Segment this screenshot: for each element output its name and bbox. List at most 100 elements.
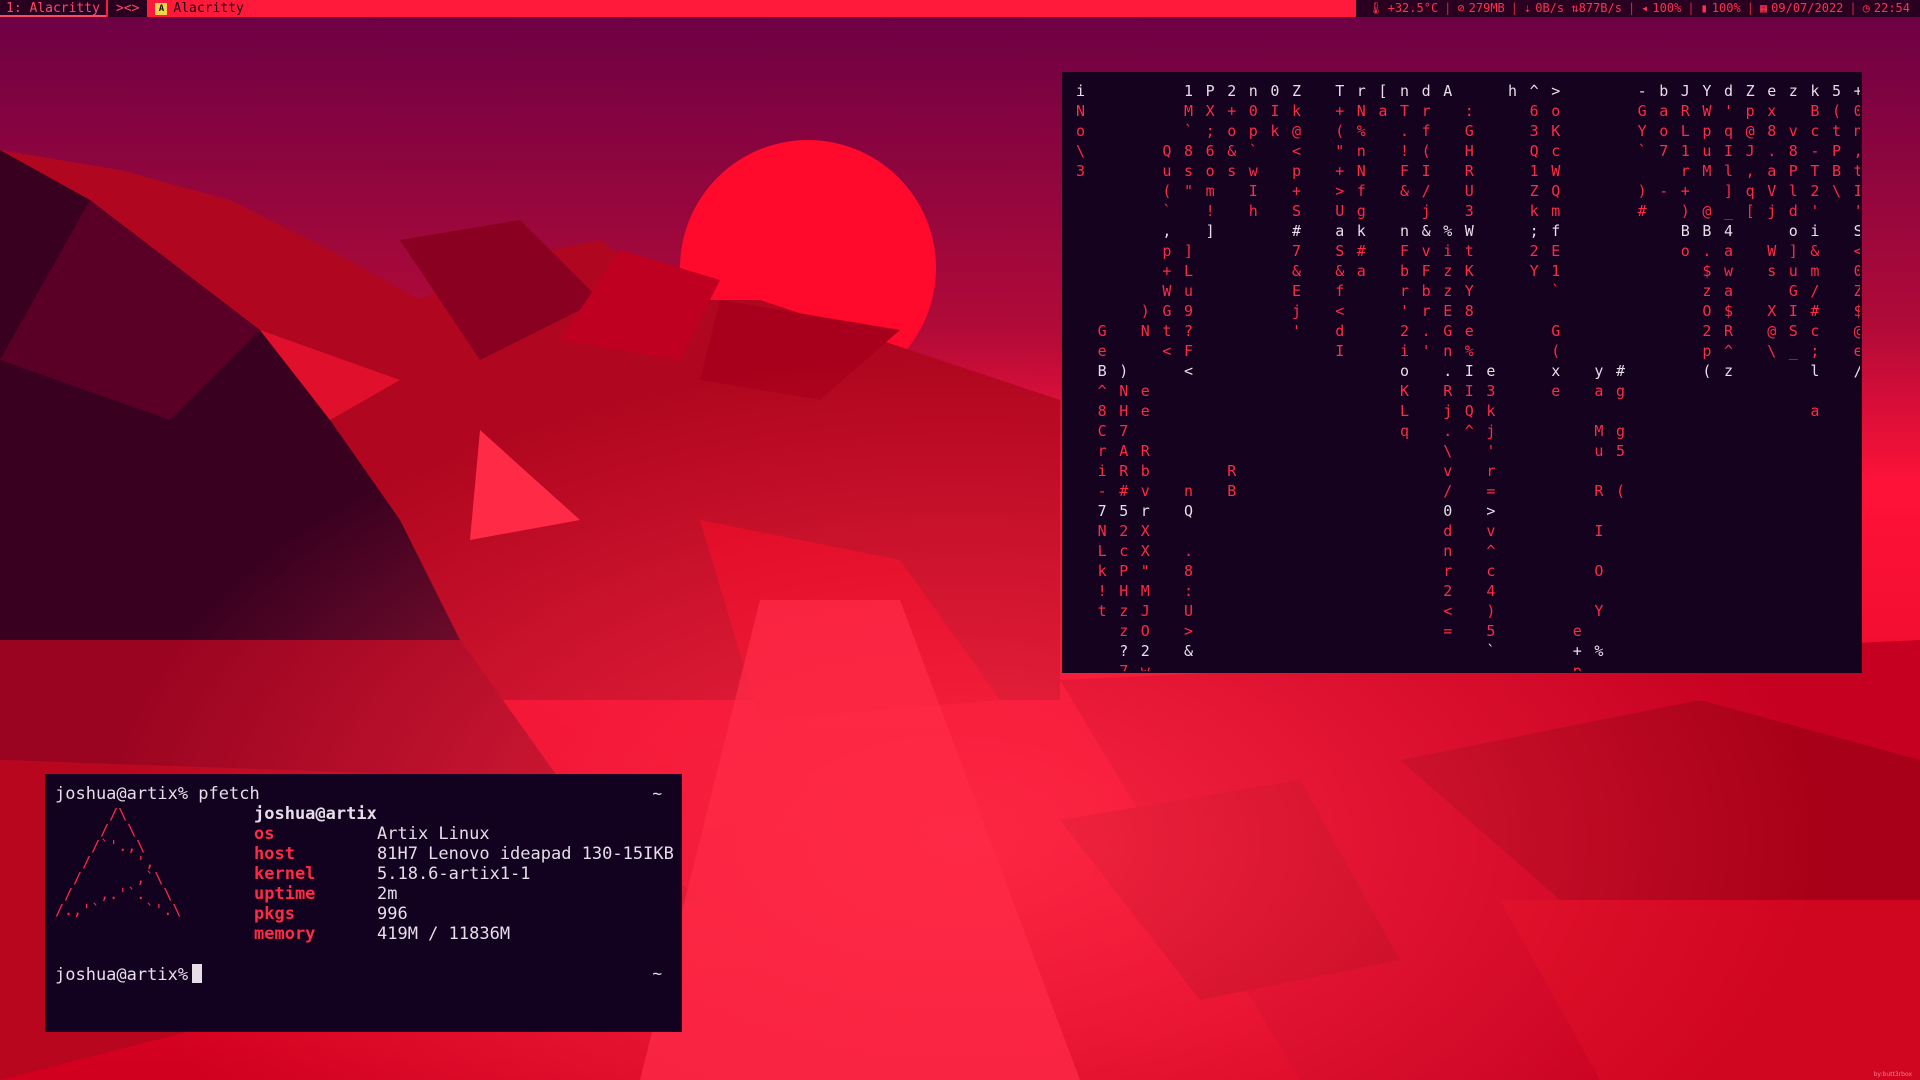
matrix-glyph: 2 xyxy=(1119,522,1128,540)
matrix-glyph: & xyxy=(1400,182,1409,200)
matrix-glyph: ^ xyxy=(1486,542,1495,560)
matrix-glyph: r xyxy=(1681,162,1690,180)
matrix-glyph: z xyxy=(1443,282,1452,300)
matrix-glyph: t xyxy=(1854,162,1860,180)
matrix-glyph: # xyxy=(1292,222,1301,240)
matrix-glyph: ) xyxy=(1486,602,1495,620)
matrix-glyph: , xyxy=(1854,142,1860,160)
matrix-glyph: b xyxy=(1400,262,1409,280)
matrix-glyph: ' xyxy=(1724,102,1733,120)
matrix-column: JRL 1 r +) Bo xyxy=(1681,82,1691,260)
matrix-glyph: b xyxy=(1141,462,1150,480)
matrix-glyph: & xyxy=(1335,262,1344,280)
matrix-glyph: \ xyxy=(1832,182,1841,200)
layout-indicator[interactable]: ><> xyxy=(107,0,148,17)
info-label-uptime: uptime xyxy=(254,884,316,904)
matrix-glyph: ' xyxy=(1292,322,1301,340)
matrix-column: 2 + o & s RB xyxy=(1227,82,1237,500)
matrix-glyph: : xyxy=(1465,102,1474,120)
matrix-glyph: 8 xyxy=(1098,402,1107,420)
matrix-glyph: U xyxy=(1184,602,1193,620)
matrix-glyph: > xyxy=(1551,82,1560,100)
matrix-glyph: J xyxy=(1681,82,1690,100)
matrix-glyph: # xyxy=(1119,482,1128,500)
matrix-glyph: + xyxy=(1681,182,1690,200)
alacritty-icon: A xyxy=(155,2,168,15)
matrix-glyph: > xyxy=(1335,182,1344,200)
network-icon: ⇣ xyxy=(1524,1,1532,15)
window-title-text: Alacritty xyxy=(173,1,244,16)
matrix-terminal[interactable]: iNo\3GeB^8Cri-7NLk!t)NH7AR#52cPHzz?7KJMV… xyxy=(1062,72,1862,673)
matrix-glyph: N xyxy=(1141,322,1150,340)
matrix-glyph: M xyxy=(1702,162,1711,180)
matrix-glyph: ! xyxy=(1400,142,1409,160)
matrix-glyph: U xyxy=(1335,202,1344,220)
matrix-glyph: l xyxy=(1810,362,1819,380)
matrix-glyph: Y xyxy=(1702,82,1711,100)
matrix-glyph: R xyxy=(1681,102,1691,120)
matrix-glyph: ] xyxy=(1789,242,1798,260)
matrix-glyph: ( xyxy=(1551,342,1560,360)
matrix-column: rN%nNfgk#a xyxy=(1357,82,1366,280)
matrix-glyph: j xyxy=(1422,202,1431,220)
matrix-glyph: v xyxy=(1422,242,1431,260)
matrix-glyph: X xyxy=(1206,102,1215,120)
matrix-glyph: O xyxy=(1594,562,1603,580)
matrix-glyph: T xyxy=(1810,162,1819,180)
status-area: 🌡 +32.5°C | ⊘ 279MB | ⇣ 0B/s ⇅877B/s | ◂ 100% | … xyxy=(1356,0,1920,17)
workspace-tag-1[interactable]: 1: Alacritty xyxy=(0,0,106,17)
matrix-glyph: ; xyxy=(1530,222,1539,240)
memory-icon: ⊘ xyxy=(1457,1,1465,15)
matrix-glyph: ! xyxy=(1206,202,1215,220)
matrix-glyph: ^ xyxy=(1465,422,1474,440)
matrix-glyph: > xyxy=(1486,502,1495,520)
info-value-host: 81H7 Lenovo ideapad 130-15IKB xyxy=(377,844,674,864)
matrix-glyph: I xyxy=(1789,302,1798,320)
prompt-line[interactable]: joshua@artix% xyxy=(55,964,203,985)
matrix-glyph: e xyxy=(1098,342,1107,360)
matrix-glyph: v xyxy=(1789,122,1798,140)
matrix-glyph: E xyxy=(1292,282,1301,300)
matrix-glyph: % xyxy=(1357,122,1366,140)
matrix-glyph: n xyxy=(1184,482,1193,500)
matrix-glyph: d xyxy=(1443,522,1452,540)
matrix-glyph: 2 xyxy=(1702,322,1711,340)
matrix-glyph: 0 xyxy=(1854,102,1860,120)
matrix-glyph: o xyxy=(1400,362,1409,380)
matrix-glyph: 2 xyxy=(1810,182,1819,200)
matrix-glyph: p xyxy=(1573,662,1582,671)
matrix-glyph: p xyxy=(1249,122,1258,140)
matrix-glyph: 1 xyxy=(1530,162,1539,180)
matrix-glyph: d xyxy=(1422,82,1431,100)
volume-status[interactable]: ◂ 100% xyxy=(1635,0,1687,17)
matrix-glyph: f xyxy=(1551,222,1560,240)
pfetch-terminal[interactable]: joshua@artix% pfetch ~ /\ / \ /`'.,\ / '… xyxy=(45,774,682,1032)
info-value-kernel: 5.18.6-artix1-1 xyxy=(377,864,531,884)
matrix-glyph: o xyxy=(1206,162,1215,180)
matrix-glyph: . xyxy=(1400,122,1409,140)
matrix-glyph: @ xyxy=(1854,322,1860,340)
matrix-glyph: G xyxy=(1789,282,1798,300)
matrix-glyph: < xyxy=(1162,342,1171,360)
matrix-glyph: R xyxy=(1443,382,1453,400)
matrix-glyph: 8 xyxy=(1465,302,1474,320)
matrix-glyph: j xyxy=(1443,402,1452,420)
info-value-memory: 419M / 11836M xyxy=(377,924,511,944)
matrix-column: Qu (`, p + WGt < xyxy=(1162,142,1172,360)
matrix-glyph: / xyxy=(1443,482,1452,500)
matrix-glyph: f xyxy=(1422,122,1431,140)
matrix-glyph: X xyxy=(1767,302,1776,320)
matrix-glyph: \ xyxy=(1767,342,1776,360)
text-cursor xyxy=(192,964,203,983)
matrix-glyph: 7 xyxy=(1119,662,1128,671)
matrix-glyph: o xyxy=(1551,102,1560,120)
matrix-column: e 3 kj ' r = > v ^ c 4) 5 ` xyxy=(1486,362,1495,660)
top-bar: 1: Alacritty ><> A Alacritty 🌡 +32.5°C | ⊘… xyxy=(0,0,1920,17)
matrix-column: +0 n, tI ' S <0 Z $ @ e / xyxy=(1854,82,1860,380)
matrix-glyph: < xyxy=(1335,302,1344,320)
matrix-glyph: e xyxy=(1141,402,1150,420)
matrix-glyph: n xyxy=(1443,542,1452,560)
matrix-glyph: P xyxy=(1206,82,1215,100)
matrix-glyph: ( xyxy=(1335,122,1344,140)
matrix-glyph: Y xyxy=(1530,262,1539,280)
